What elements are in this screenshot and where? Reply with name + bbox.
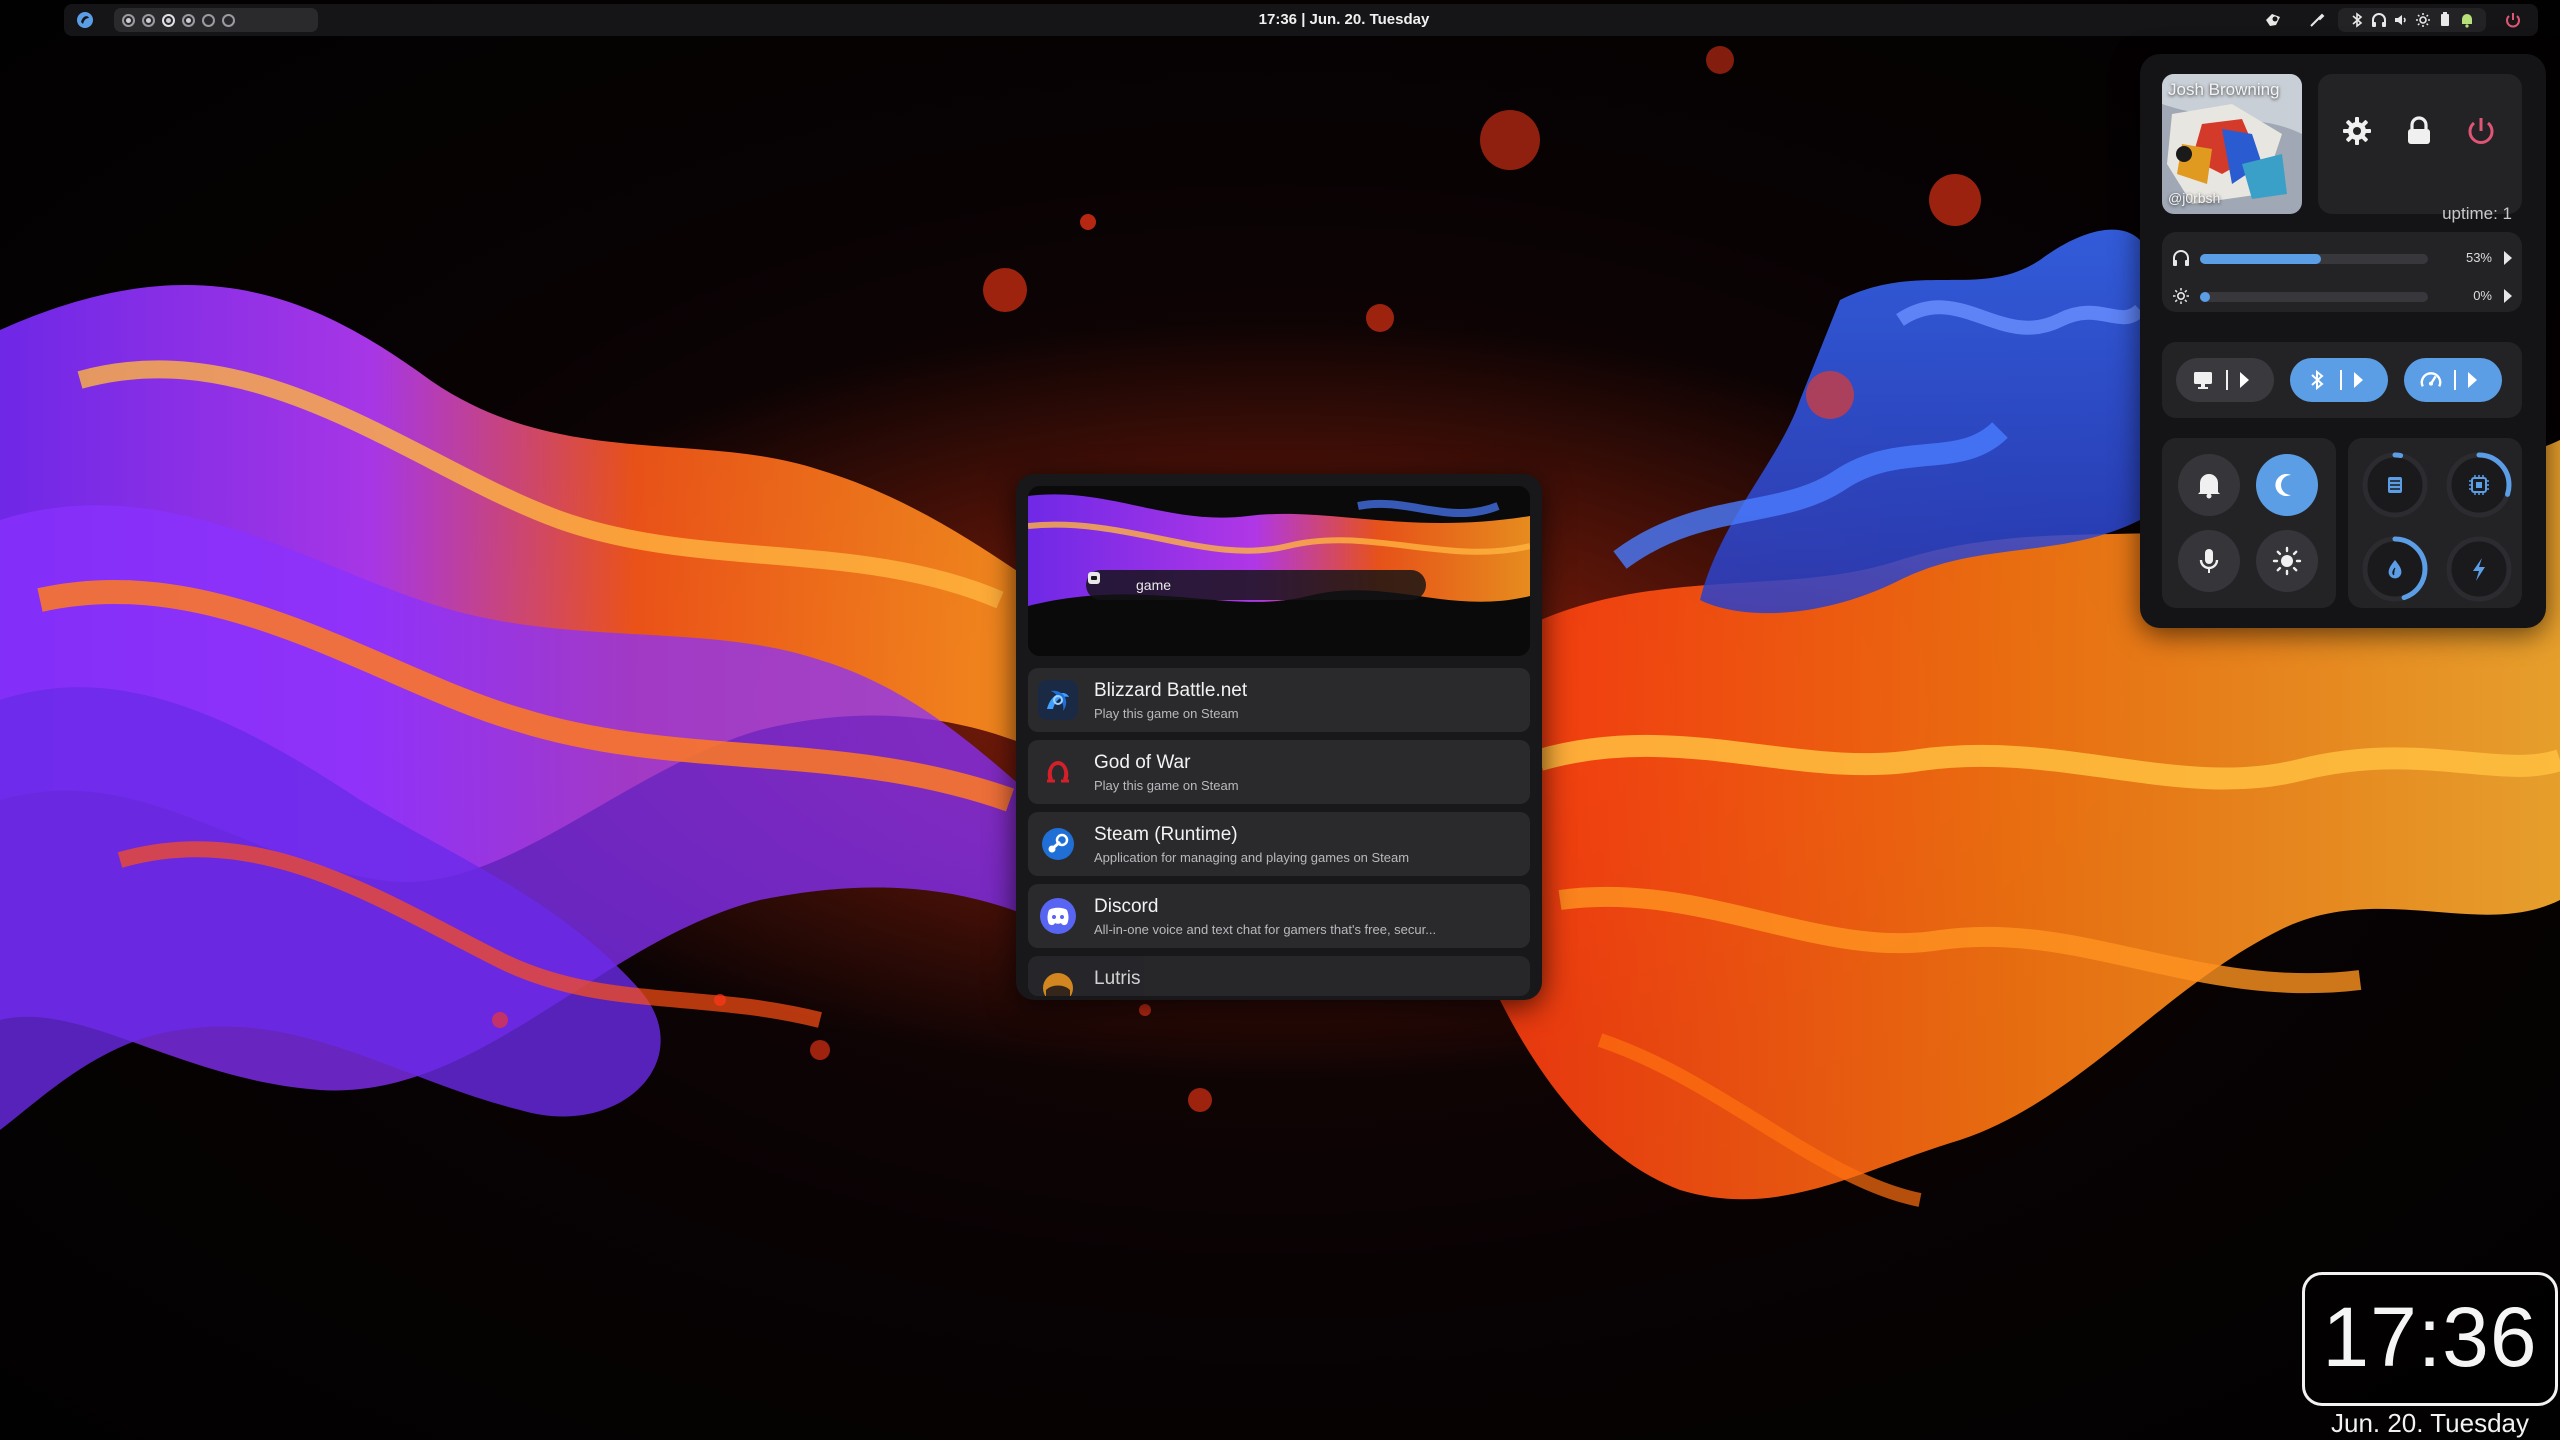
theme-button[interactable]	[2256, 530, 2318, 592]
monitor-icon	[2192, 369, 2214, 391]
color-picker-icon[interactable]	[2306, 9, 2328, 31]
user-handle: @j0rbsh	[2168, 190, 2221, 206]
topbar-clock[interactable]: 17:36 | Jun. 20. Tuesday	[1204, 4, 1484, 36]
memory-gauge[interactable]	[2354, 444, 2436, 526]
display-toggle[interactable]	[2176, 358, 2274, 402]
moon-icon	[2275, 474, 2291, 496]
performance-toggle[interactable]	[2404, 358, 2502, 402]
result-title: Steam (Runtime)	[1094, 824, 1238, 845]
notifications-button[interactable]	[2178, 454, 2240, 516]
result-item-blizzard[interactable]: Blizzard Battle.net Play this game on St…	[1028, 668, 1530, 732]
result-title: Discord	[1094, 896, 1159, 917]
brightness-icon	[2414, 9, 2432, 31]
brightness-value: 0%	[2473, 288, 2492, 303]
toggle-separator	[2226, 370, 2228, 390]
toggle-separator	[2340, 370, 2342, 390]
power-icon	[2468, 118, 2494, 144]
gear-icon	[2343, 117, 2371, 145]
workspace-5-button[interactable]	[202, 13, 215, 27]
temperature-gauge[interactable]	[2354, 528, 2436, 610]
volume-icon	[2392, 9, 2410, 31]
power-icon[interactable]	[2502, 9, 2524, 31]
notification-icon	[2458, 9, 2476, 31]
toggle-separator	[2454, 370, 2456, 390]
brightness-expand-arrow[interactable]	[2504, 289, 2512, 303]
steam-icon	[1038, 824, 1078, 864]
brightness-icon	[2173, 288, 2189, 304]
workspace-2-button[interactable]	[142, 13, 155, 27]
brightness-slider-fill	[2200, 292, 2210, 302]
result-item-lutris[interactable]: Lutris	[1028, 956, 1530, 996]
workspace-1-button[interactable]	[122, 13, 135, 27]
workspace-3-button[interactable]	[162, 13, 175, 27]
desktop-clock-widget: 17:36	[2302, 1272, 2558, 1406]
result-item-god-of-war[interactable]: God of War Play this game on Steam	[1028, 740, 1530, 804]
sun-icon	[2272, 546, 2302, 576]
battlenet-icon	[1038, 680, 1078, 720]
volume-expand-arrow[interactable]	[2504, 251, 2512, 265]
workspace-6-button[interactable]	[222, 13, 235, 27]
status-indicators[interactable]	[2338, 8, 2486, 32]
search-field[interactable]: game	[1086, 570, 1426, 600]
cpu-icon	[2469, 475, 2489, 495]
result-title: God of War	[1094, 752, 1191, 773]
volume-value: 53%	[2465, 250, 2492, 265]
settings-button[interactable]	[2334, 108, 2380, 154]
microphone-button[interactable]	[2178, 530, 2240, 592]
headphones-icon	[2370, 9, 2388, 31]
logo-icon[interactable]	[74, 9, 96, 31]
desktop-clock-date: Jun. 20. Tuesday	[2330, 1408, 2530, 1438]
result-description: Play this game on Steam	[1094, 778, 1239, 793]
result-title: Blizzard Battle.net	[1094, 680, 1248, 701]
result-description: Application for managing and playing gam…	[1094, 850, 1410, 865]
memory-icon	[2388, 477, 2402, 493]
bluetooth-toggle[interactable]	[2290, 358, 2388, 402]
bluetooth-icon	[2306, 369, 2328, 391]
uptime-label: uptime: 1	[2442, 204, 2512, 223]
lutris-icon	[1038, 968, 1078, 996]
bell-icon	[2198, 474, 2220, 499]
workspace-4-button[interactable]	[182, 13, 195, 27]
microphone-icon	[2199, 549, 2219, 573]
search-mode-icon	[1088, 572, 1122, 596]
steam-tray-icon[interactable]	[2262, 9, 2284, 31]
power-draw-gauge[interactable]	[2438, 528, 2520, 610]
brightness-slider-row: 0%	[2162, 280, 2522, 312]
battery-icon	[2436, 9, 2454, 31]
volume-slider-fill	[2200, 254, 2321, 264]
launcher-header: game	[1028, 486, 1530, 656]
brightness-slider[interactable]	[2200, 292, 2428, 302]
top-bar: 17:36 | Jun. 20. Tuesday	[64, 4, 2538, 36]
god-of-war-icon	[1038, 752, 1078, 792]
user-name: Josh Browning	[2168, 80, 2280, 99]
performance-expand-arrow[interactable]	[2468, 372, 2477, 388]
result-item-steam[interactable]: Steam (Runtime) Application for managing…	[1028, 812, 1530, 876]
desktop-clock-time: 17:36	[2322, 1290, 2538, 1384]
session-card: uptime: 1	[2318, 74, 2522, 223]
result-title: Lutris	[1094, 968, 1141, 989]
discord-icon	[1038, 896, 1078, 936]
result-description: All-in-one voice and text chat for gamer…	[1094, 922, 1437, 937]
lock-icon	[2408, 116, 2430, 144]
display-expand-arrow[interactable]	[2240, 372, 2249, 388]
search-query: game	[1136, 577, 1172, 593]
lock-button[interactable]	[2396, 108, 2442, 154]
bluetooth-icon	[2348, 9, 2366, 31]
speedometer-icon	[2420, 369, 2442, 391]
bluetooth-expand-arrow[interactable]	[2354, 372, 2363, 388]
result-item-discord[interactable]: Discord All-in-one voice and text chat f…	[1028, 884, 1530, 948]
result-list: Blizzard Battle.net Play this game on St…	[1028, 668, 1530, 1000]
app-launcher: game Blizzard Battle.net Play this game …	[1016, 474, 1542, 1000]
system-tray	[2262, 4, 2524, 36]
headphones-icon	[2173, 250, 2189, 266]
user-avatar[interactable]: Josh Browning @j0rbsh	[2162, 74, 2302, 214]
quick-settings-panel: Josh Browning @j0rbsh uptime: 1 53% 0%	[2140, 54, 2546, 628]
workspace-indicator	[114, 8, 318, 32]
cpu-gauge[interactable]	[2438, 444, 2520, 526]
night-mode-button[interactable]	[2256, 454, 2318, 516]
volume-slider-row: 53%	[2162, 242, 2522, 274]
result-description: Play this game on Steam	[1094, 706, 1239, 721]
power-button[interactable]	[2458, 108, 2504, 154]
volume-slider[interactable]	[2200, 254, 2428, 264]
